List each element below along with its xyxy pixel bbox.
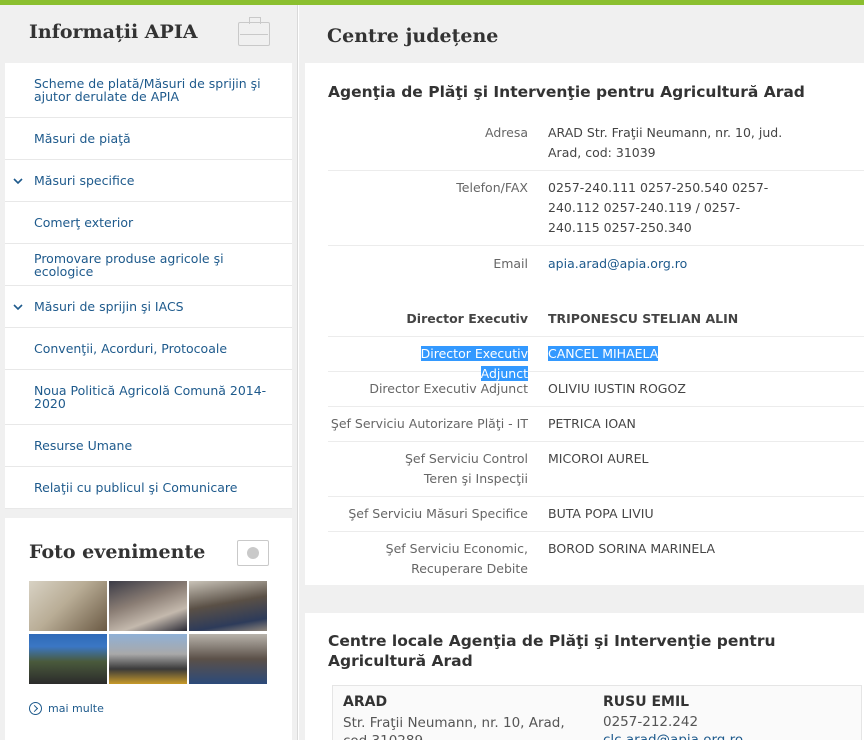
row-label: Şef Serviciu Control Teren şi Inspecţii: [404, 451, 528, 486]
page-title: Centre județene: [327, 25, 499, 47]
row-value: OLIVIU IUSTIN ROGOZ: [548, 381, 686, 396]
row-label: Şef Serviciu Măsuri Specifice: [348, 506, 528, 521]
main-header: Centre județene: [299, 5, 864, 63]
sidebar-item-conventii[interactable]: Convenţii, Acorduri, Protocoale: [5, 328, 292, 370]
contact-row-address: Adresa ARAD Str. Fraţii Neumann, nr. 10,…: [328, 113, 864, 171]
sidebar-menu: Scheme de plată/Măsuri de sprijin şi aju…: [5, 63, 292, 509]
sidebar-item-politica-agricola[interactable]: Noua Politică Agricolă Comună 2014-2020: [5, 370, 292, 425]
selected-text: CANCEL MIHAELA: [548, 346, 659, 361]
sidebar-item-label: Măsuri specifice: [34, 173, 135, 188]
row-label: Şef Serviciu Autorizare Plăţi - IT: [330, 416, 528, 431]
row-value: 0257-240.111 0257-250.540 0257-240.112 0…: [548, 180, 769, 235]
camera-icon: [237, 540, 269, 566]
photo-thumbnail[interactable]: [29, 581, 107, 631]
photo-thumbnail[interactable]: [109, 581, 187, 631]
photo-thumbnail[interactable]: [29, 634, 107, 684]
row-label: Adresa: [485, 125, 528, 140]
main-content: Agenţia de Plăţi şi Intervenţie pentru A…: [299, 63, 864, 740]
staff-row: Director Executiv Adjunct OLIVIU IUSTIN …: [328, 372, 864, 407]
sidebar-item-label: Noua Politică Agricolă Comună 2014-2020: [34, 383, 267, 411]
local-centers-card: Centre locale Agenţia de Plăţi şi Interv…: [305, 613, 864, 740]
sidebar-item-masuri-specifice[interactable]: Măsuri specifice: [5, 160, 292, 202]
sidebar-item-label: Convenţii, Acorduri, Protocoale: [34, 341, 228, 356]
row-label: Şef Serviciu Economic, Recuperare Debite: [385, 541, 528, 576]
sidebar-item-label: Scheme de plată/Măsuri de sprijin şi aju…: [34, 76, 261, 104]
staff-row: Şef Serviciu Control Teren şi Inspecţii …: [328, 442, 864, 497]
sidebar-item-label: Măsuri de sprijin şi IACS: [34, 299, 184, 314]
more-photos-label: mai multe: [48, 702, 104, 715]
contact-row-phone: Telefon/FAX 0257-240.111 0257-250.540 02…: [328, 171, 864, 246]
local-center-item: ARAD Str. Fraţii Neumann, nr. 10, Arad, …: [332, 685, 862, 740]
row-value: TRIPONESCU STELIAN ALIN: [548, 311, 739, 326]
sidebar-item-scheme-plata[interactable]: Scheme de plată/Măsuri de sprijin şi aju…: [5, 63, 292, 118]
sidebar-item-label: Resurse Umane: [34, 438, 133, 453]
photo-thumbnail[interactable]: [109, 634, 187, 684]
sidebar-item-resurse-umane[interactable]: Resurse Umane: [5, 425, 292, 467]
sidebar-item-label: Măsuri de piaţă: [34, 131, 131, 146]
local-center-address: Str. Fraţii Neumann, nr. 10, Arad, cod 3…: [343, 715, 565, 740]
staff-row: Şef Serviciu Economic, Recuperare Debite…: [328, 532, 864, 584]
staff-row: Şef Serviciu Autorizare Plăţi - IT PETRI…: [328, 407, 864, 442]
chevron-down-icon[interactable]: [13, 302, 23, 312]
photo-events-title: Foto evenimente: [29, 541, 206, 563]
photo-events-box: Foto evenimente mai multe: [5, 518, 292, 740]
row-label: Director Executiv Adjunct: [369, 381, 528, 396]
local-centers-title: Centre locale Agenţia de Plăţi şi Interv…: [328, 632, 776, 670]
email-link[interactable]: apia.arad@apia.org.ro: [548, 254, 788, 274]
chevron-down-icon[interactable]: [13, 176, 23, 186]
row-value: BUTA POPA LIVIU: [548, 506, 654, 521]
local-center-city: ARAD: [343, 694, 388, 710]
row-value: MICOROI AUREL: [548, 451, 649, 466]
sidebar-item-promovare[interactable]: Promovare produse agricole şi ecologice: [5, 244, 292, 286]
photo-thumbnail[interactable]: [189, 581, 267, 631]
row-label: Telefon/FAX: [456, 180, 528, 195]
sidebar-item-relatii-public[interactable]: Relaţii cu publicul şi Comunicare: [5, 467, 292, 509]
staff-row: Director Executiv TRIPONESCU STELIAN ALI…: [328, 301, 864, 337]
staff-row: Şef Serviciu Măsuri Specifice BUTA POPA …: [328, 497, 864, 532]
sidebar: Informații APIA Scheme de plată/Măsuri d…: [0, 5, 298, 740]
photo-thumbnail[interactable]: [189, 634, 267, 684]
agency-title: Agenţia de Plăţi şi Intervenţie pentru A…: [328, 83, 805, 101]
envelope-icon: [238, 17, 270, 46]
local-center-email[interactable]: clc.arad@apia.org.ro: [603, 732, 743, 740]
sidebar-item-label: Promovare produse agricole şi ecologice: [34, 250, 224, 279]
sidebar-header: Informații APIA: [0, 5, 297, 63]
row-label: Director Executiv: [406, 311, 528, 326]
row-value: BOROD SORINA MARINELA: [548, 541, 716, 556]
row-value: PETRICA IOAN: [548, 416, 636, 431]
chevron-right-circle-icon: [29, 702, 42, 715]
sidebar-item-masuri-sprijin-iacs[interactable]: Măsuri de sprijin şi IACS: [5, 286, 292, 328]
agency-card: Agenţia de Plăţi şi Intervenţie pentru A…: [305, 63, 864, 585]
sidebar-item-masuri-piata[interactable]: Măsuri de piaţă: [5, 118, 292, 160]
sidebar-item-comert-exterior[interactable]: Comerţ exterior: [5, 202, 292, 244]
contact-row-email: Email apia.arad@apia.org.ro: [328, 246, 864, 282]
local-center-head: RUSU EMIL: [603, 694, 690, 710]
sidebar-item-label: Relaţii cu publicul şi Comunicare: [34, 480, 238, 495]
local-center-phone: 0257-212.242: [603, 714, 699, 730]
row-value-selected: CANCEL MIHAELA: [548, 344, 788, 364]
sidebar-item-label: Comerţ exterior: [34, 215, 134, 230]
row-value: ARAD Str. Fraţii Neumann, nr. 10, jud. A…: [548, 125, 783, 160]
staff-row: Director Executiv Adjunct CANCEL MIHAELA: [328, 337, 864, 381]
row-label: Email: [493, 256, 528, 271]
more-photos-link[interactable]: mai multe: [29, 702, 104, 715]
